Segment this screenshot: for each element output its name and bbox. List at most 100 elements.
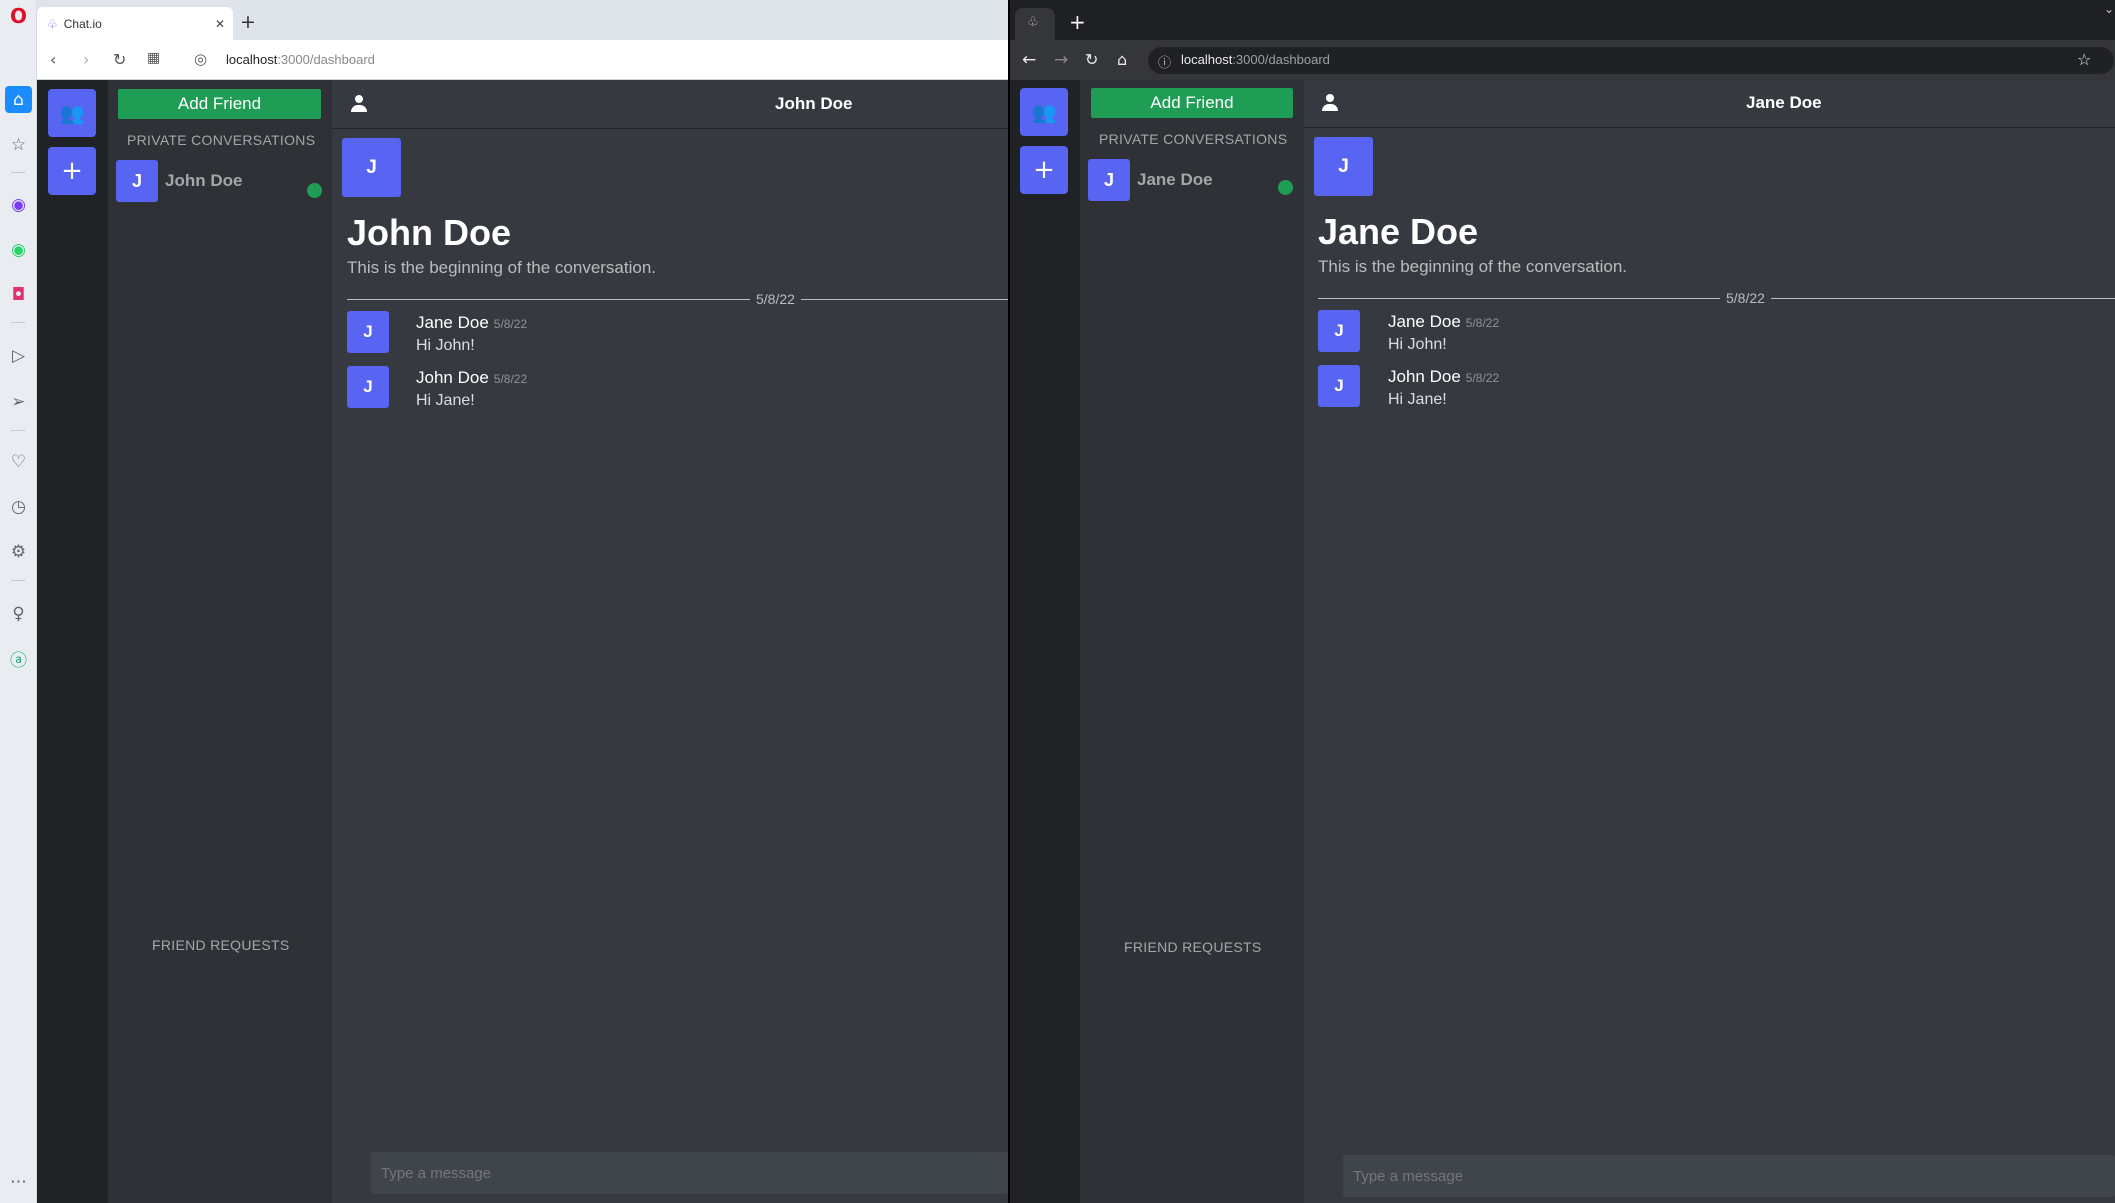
url-host: localhost [1181,52,1233,67]
add-friend-button[interactable]: Add Friend [1091,88,1293,118]
url-path: :3000/dashboard [277,52,375,67]
avatar: J [1088,159,1130,201]
author-name: Jane Doe [1388,312,1461,331]
message: J John Doe 5/8/22 Hi Jane! [1318,365,2098,415]
date-divider [1318,298,2115,299]
player-icon[interactable]: ▷ [5,342,32,369]
tabs-grid-icon[interactable]: ▦ [147,50,160,66]
close-tab-icon[interactable]: ✕ [215,17,225,31]
messenger-icon[interactable]: ◉ [5,191,32,218]
chrome-url[interactable]: localhost:3000/dashboard [1181,52,1330,67]
lightbulb-icon[interactable]: ♀ [5,600,32,627]
tab-title: Chat.io [63,16,102,31]
add-server-button[interactable]: + [48,147,96,195]
online-indicator [1278,180,1293,195]
date-divider-label: 5/8/22 [750,291,801,307]
reload-icon[interactable]: ↻ [1085,50,1098,69]
friend-requests-label: FRIEND REQUESTS [1124,939,1262,955]
home-icon[interactable]: ⌂ [1117,50,1127,69]
chat-header [1304,80,2115,128]
conversation-name: Jane Doe [1137,170,1213,189]
chat-title: Jane Doe [1318,211,1479,252]
bookmarks-icon[interactable]: ☆ [5,131,32,158]
reload-icon[interactable]: ↻ [113,50,126,69]
author-name: John Doe [1388,367,1461,386]
chrome-tab[interactable]: ♧ [1015,8,1055,40]
message-date: 5/8/22 [1465,316,1500,330]
chat-avatar: J [342,138,401,197]
servers-rail [1010,80,1080,1203]
chat-avatar: J [1314,137,1373,196]
conversation-name: John Doe [165,171,243,190]
conversation-sidebar [108,80,332,1203]
private-conversations-label: PRIVATE CONVERSATIONS [1099,131,1288,147]
new-tab-button[interactable]: + [240,11,256,33]
home-icon[interactable]: ⌂ [5,86,32,113]
message-author: Jane Doe 5/8/22 [1388,312,1499,332]
opera-sidebar: O ⌂ ☆ ◉ ◉ ◘ ▷ ➢ ♡ ◷ ⚙ ♀ ⓐ ⋯ [0,0,37,1203]
whatsapp-icon[interactable]: ◉ [5,236,32,263]
online-indicator [307,183,322,198]
send-icon[interactable]: ➢ [5,388,32,415]
avatar: J [1318,365,1360,407]
history-icon[interactable]: ◷ [5,493,32,520]
plus-icon: + [1033,155,1055,185]
user-icon[interactable] [1321,94,1339,112]
friend-requests-label: FRIEND REQUESTS [152,937,290,953]
chat-title: John Doe [347,212,512,253]
add-friend-button[interactable]: Add Friend [118,89,321,119]
forward-icon[interactable]: › [83,50,89,69]
window-chevron-icon[interactable]: ⌄ [2104,2,2114,16]
date-divider [347,299,1008,300]
servers-rail [37,80,108,1203]
group-icon: 👥 [59,101,85,125]
instagram-icon[interactable]: ◘ [5,281,32,308]
plus-icon: + [61,156,83,186]
conversation-beginning: This is the beginning of the conversatio… [1318,257,1628,276]
private-conversations-label: PRIVATE CONVERSATIONS [127,132,316,148]
opera-logo-icon[interactable]: O [5,2,32,29]
tab-favicon-icon: ♧ [1027,15,1039,30]
url-host: localhost [226,52,278,67]
opera-address-bar [37,40,1008,80]
friends-button[interactable]: 👥 [48,89,96,137]
opera-tab[interactable]: ♧ Chat.io ✕ [37,7,233,40]
friends-button[interactable]: 👥 [1020,88,1068,136]
user-icon[interactable] [350,95,368,113]
add-server-button[interactable]: + [1020,146,1068,194]
sidebar-separator [11,322,25,323]
bookmark-star-icon[interactable]: ☆ [2077,50,2091,69]
message-input[interactable] [1343,1155,2115,1197]
conversation-beginning: This is the beginning of the conversatio… [347,258,657,277]
info-icon[interactable]: ⓘ [1158,52,1171,71]
more-icon[interactable]: ⋯ [5,1168,32,1195]
back-icon[interactable]: ← [1022,50,1036,70]
avatar: J [347,366,389,408]
forward-icon[interactable]: → [1054,50,1068,70]
tab-favicon-icon: ♧ [47,16,58,31]
globe-icon: ◎ [194,50,208,68]
message: J Jane Doe 5/8/22 Hi John! [1318,310,2098,360]
avatar: J [1318,310,1360,352]
settings-icon[interactable]: ⚙ [5,538,32,565]
message-author: Jane Doe 5/8/22 [416,313,527,333]
conversation-item[interactable]: J John Doe [116,160,326,204]
message-text: Hi John! [416,337,475,354]
author-name: Jane Doe [416,313,489,332]
message-date: 5/8/22 [1465,371,1500,385]
avatar: J [116,160,158,202]
message-text: Hi Jane! [1388,391,1447,408]
message-input[interactable] [371,1152,1008,1194]
opera-url[interactable]: localhost:3000/dashboard [226,52,375,67]
message-date: 5/8/22 [493,372,528,386]
conversation-item[interactable]: J Jane Doe [1088,159,1298,203]
message-author: John Doe 5/8/22 [1388,367,1499,387]
url-path: :3000/dashboard [1232,52,1330,67]
new-tab-button[interactable]: + [1069,10,1086,34]
chat-header [332,80,1008,129]
sidebar-separator [11,172,25,173]
extension-icon[interactable]: ⓐ [5,645,32,672]
message-date: 5/8/22 [493,317,528,331]
heart-icon[interactable]: ♡ [5,448,32,475]
back-icon[interactable]: ‹ [50,50,56,69]
